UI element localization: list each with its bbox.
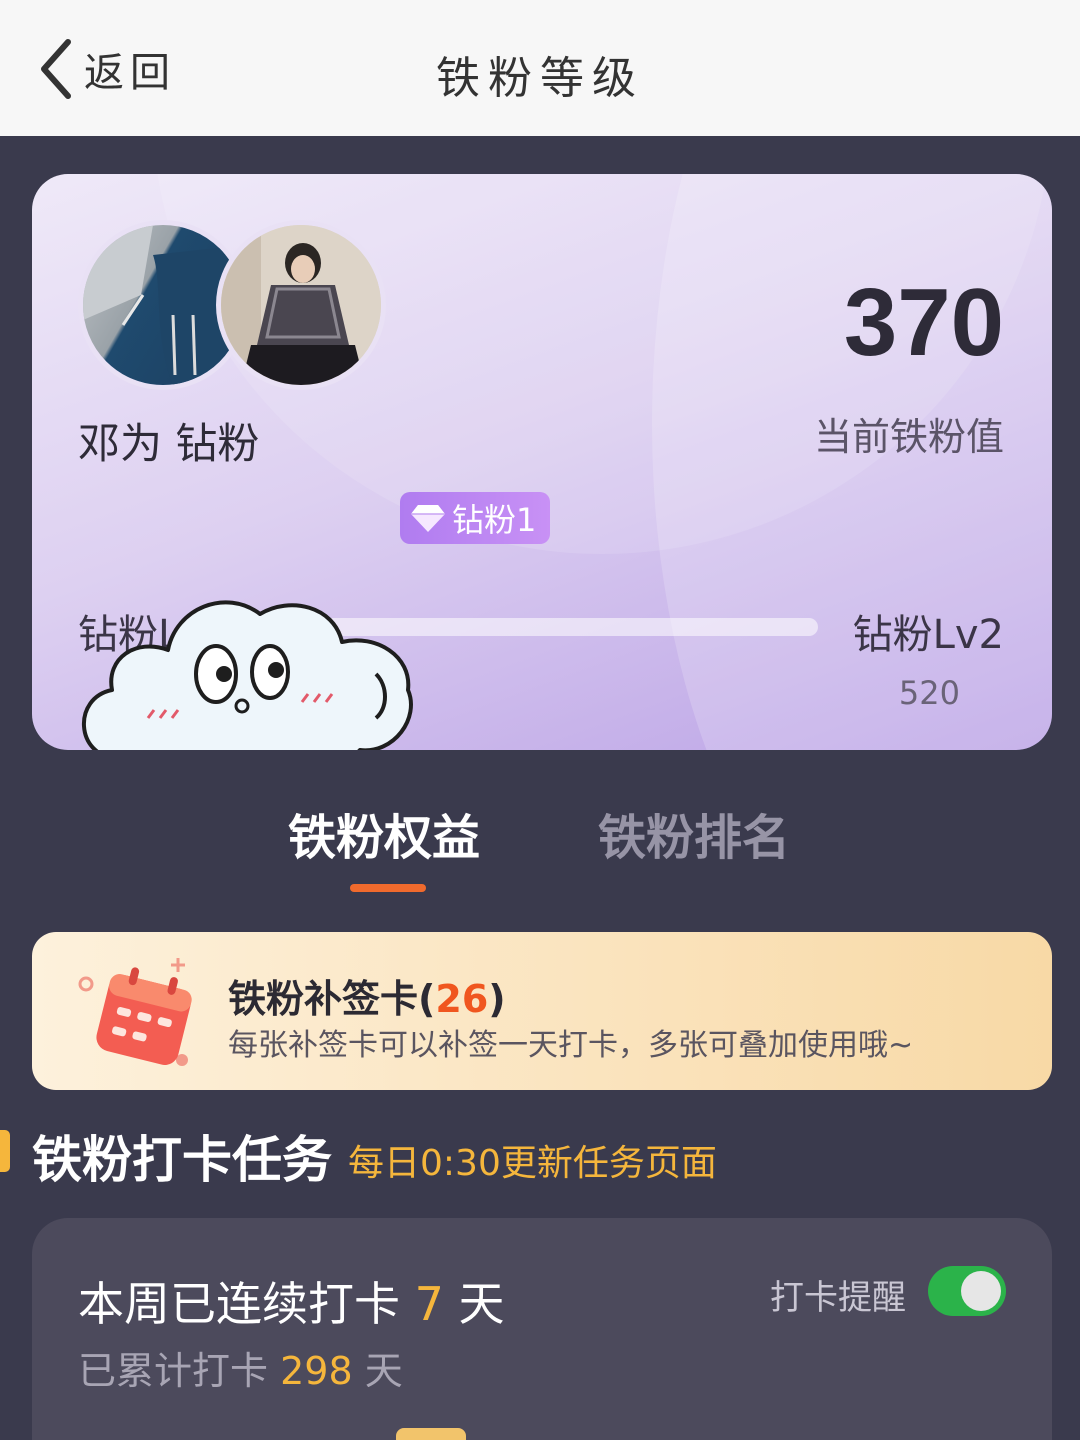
next-level-value: 520 <box>898 674 960 712</box>
makeup-card-banner[interactable]: 铁粉补签卡(26) 每张补签卡可以补签一天打卡，多张可叠加使用哦~ <box>32 932 1052 1090</box>
top-bar: 返回 铁粉等级 <box>0 0 1080 136</box>
makeup-card-title-text: 铁粉补签卡( <box>228 977 436 1021</box>
fan-score: 370 <box>843 269 1004 376</box>
makeup-card-description: 每张补签卡可以补签一天打卡，多张可叠加使用哦~ <box>228 1028 914 1063</box>
makeup-card-count: 26 <box>435 977 489 1021</box>
checkin-reminder-toggle[interactable] <box>928 1266 1006 1316</box>
level-badge-label: 钻粉1 <box>452 501 537 539</box>
next-level-label: 钻粉Lv2 <box>852 612 1004 658</box>
diamond-icon <box>411 505 445 532</box>
total-checkins-suffix: 天 <box>352 1349 403 1393</box>
weekly-streak-suffix: 天 <box>443 1277 505 1331</box>
checkin-section-title: 铁粉打卡任务 <box>32 1131 332 1189</box>
makeup-card-title: 铁粉补签卡(26) <box>228 968 506 1023</box>
fan-level-card: 370 当前铁粉值 邓为 钻粉 钻粉1 钻粉Lv1 钻粉Lv2 370 520 <box>32 174 1052 750</box>
weekly-streak: 本周已连续打卡 7 天 <box>78 1268 505 1334</box>
tab-fan-benefits[interactable]: 铁粉权益 <box>288 798 480 868</box>
toggle-knob <box>961 1271 1001 1311</box>
avatar-photo <box>221 225 381 385</box>
section-accent-bar <box>0 1130 10 1172</box>
total-checkins-days: 298 <box>280 1349 353 1393</box>
makeup-card-title-end: ) <box>488 977 506 1021</box>
checkin-section-subtitle: 每日0:30更新任务页面 <box>348 1143 717 1184</box>
weekly-streak-prefix: 本周已连续打卡 <box>78 1277 415 1331</box>
total-checkins: 已累计打卡 298 天 <box>78 1340 403 1395</box>
level-badge: 钻粉1 <box>400 492 550 544</box>
fan-score-label: 当前铁粉值 <box>813 415 1004 459</box>
cloud-sticker <box>82 600 413 750</box>
total-checkins-prefix: 已累计打卡 <box>78 1349 281 1393</box>
card-decoration <box>652 174 1052 750</box>
fan-club-name: 邓为 钻粉 <box>78 419 260 468</box>
page-title: 铁粉等级 <box>436 53 644 104</box>
task-icon <box>396 1428 466 1440</box>
idol-avatar[interactable] <box>216 220 386 390</box>
checkin-card: 本周已连续打卡 7 天 已累计打卡 298 天 打卡提醒 <box>32 1218 1052 1440</box>
calendar-icon <box>78 958 192 1066</box>
checkin-reminder-label: 打卡提醒 <box>770 1278 906 1318</box>
weekly-streak-days: 7 <box>414 1277 444 1331</box>
active-tab-indicator <box>350 884 426 892</box>
tab-fan-ranking[interactable]: 铁粉排名 <box>598 798 790 868</box>
